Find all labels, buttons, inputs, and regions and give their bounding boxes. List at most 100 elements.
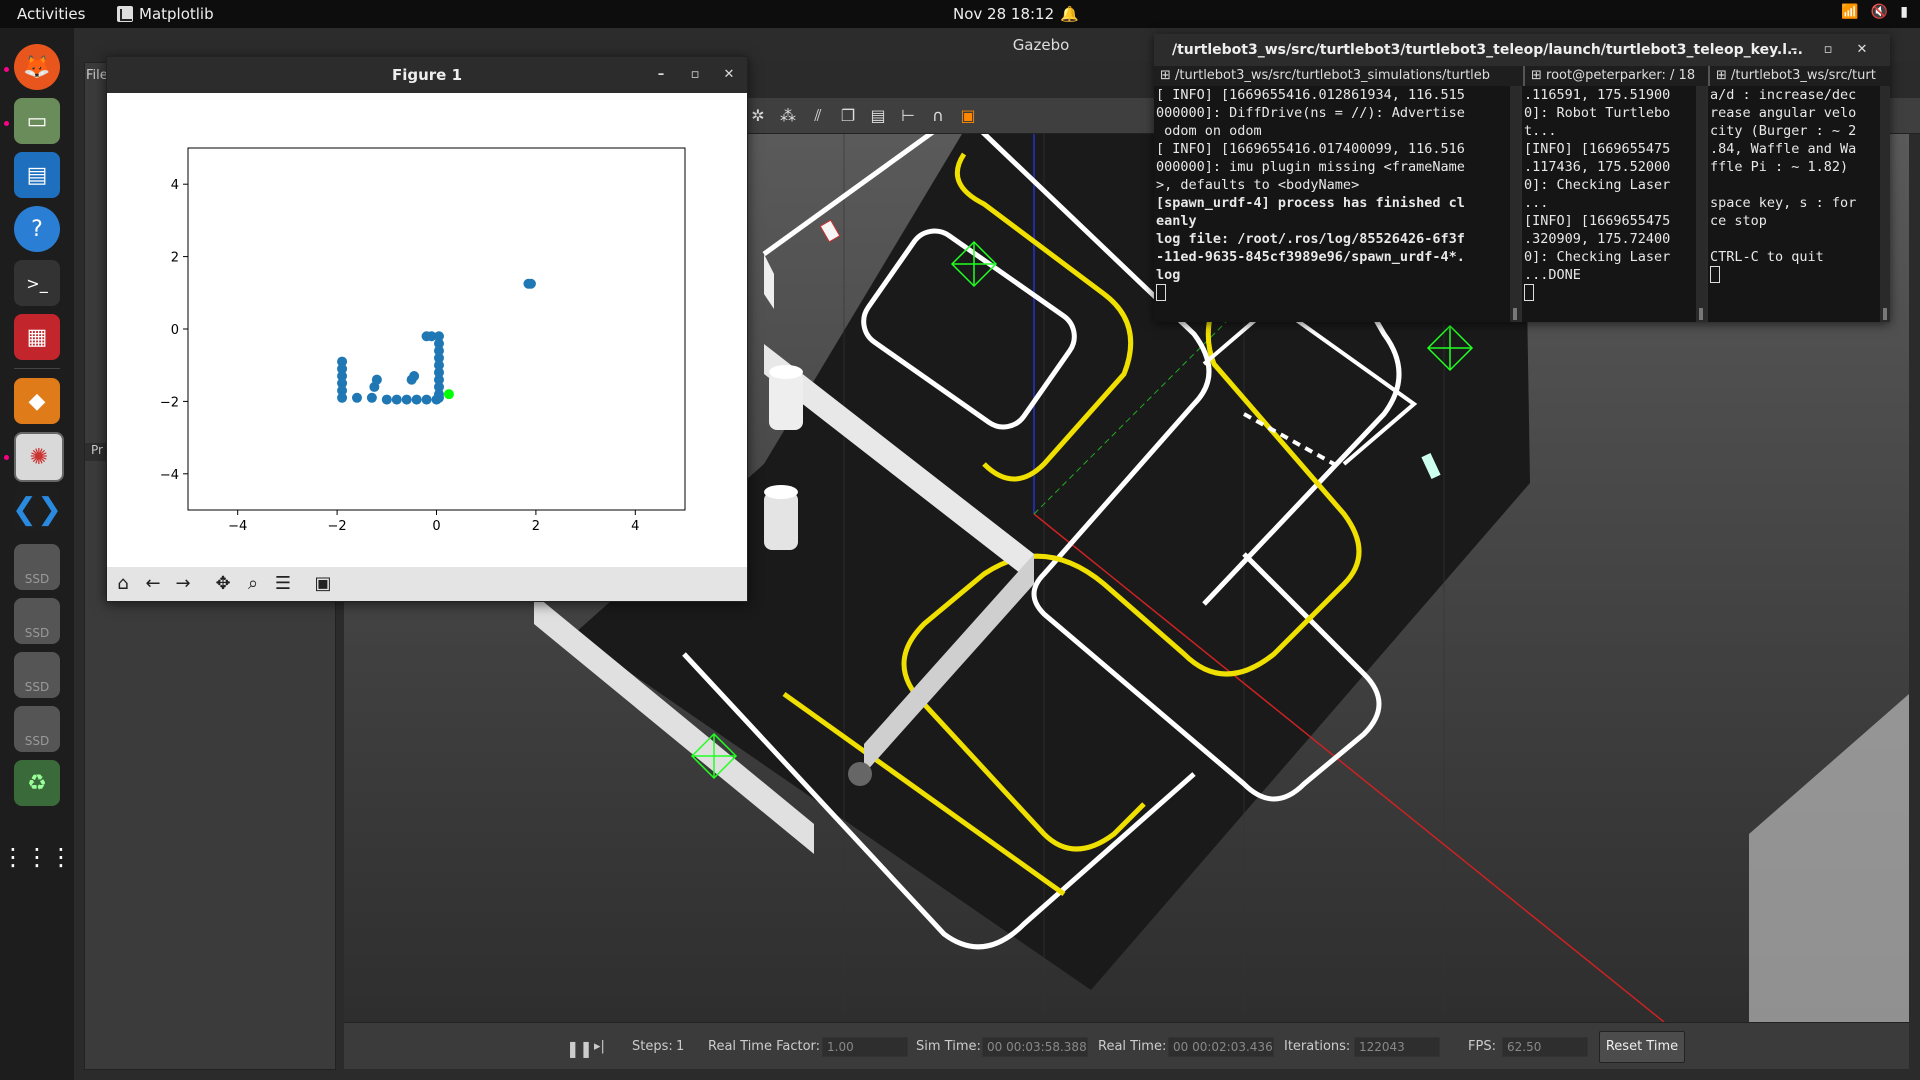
bell-icon: 🔔 [1060,5,1079,23]
writer-icon[interactable]: ▤ [14,152,60,198]
terminal-line: ce stop [1710,213,1767,229]
fps-label: FPS: [1468,1039,1496,1054]
terminal-line: [ INFO] [1669655416.012861934, 116.515 [1156,87,1465,103]
pane-scrollbar[interactable] [1696,86,1706,322]
scan-point [351,392,362,403]
scan-point [411,394,422,405]
back-icon[interactable]: ← [139,571,167,597]
dock: 🦊 ▭ ▤ ? >_ ▦ ◆ ✺ ❮❯ SSD SSD SSD SSD ♻ ⋮⋮… [0,28,74,1080]
sim-time-label: Sim Time: [916,1039,981,1054]
scan-point [433,392,444,403]
real-time-value: 00 00:02:03.436 [1168,1037,1274,1057]
trash-icon[interactable]: ♻ [14,760,60,806]
view-angle-icon[interactable]: ▣ [956,105,980,127]
terminal-line: .84, Waffle and Wa [1710,141,1857,157]
vscode-icon[interactable]: ❮❯ [12,486,62,532]
copy-icon[interactable]: ❐ [836,105,860,127]
tab-simulations[interactable]: ⊞ /turtlebot3_ws/src/turtlebot3_simulati… [1154,66,1525,86]
terminal-line: log [1156,267,1181,283]
figure-titlebar[interactable]: Figure 1 – ▫ ✕ [107,57,747,93]
pause-icon[interactable]: ❚❚ [566,1039,593,1058]
menu-file[interactable]: File [86,68,108,83]
configure-icon[interactable]: ☰ [269,571,297,597]
terminal-line: >, defaults to <bodyName> [1156,177,1360,193]
app-icon[interactable]: ▦ [14,314,60,360]
pan-icon[interactable]: ✥ [209,571,237,597]
ssd-drive-icon[interactable]: SSD [14,598,60,644]
terminal-pane-2[interactable]: .116591, 175.51900 0]: Robot Turtlebo t...… [1522,86,1696,322]
minimize-icon[interactable]: – [1784,40,1804,60]
terminal-titlebar[interactable]: /turtlebot3_ws/src/turtlebot3/turtlebot3… [1154,34,1890,66]
ssd-drive-icon[interactable]: SSD [14,652,60,698]
terminal-line: .320909, 175.72400 [1524,231,1671,247]
firefox-icon[interactable]: 🦊 [14,44,60,90]
align-icon[interactable]: ⊢ [896,105,920,127]
spot-light-icon[interactable]: ⁂ [776,105,800,127]
reset-time-button[interactable]: Reset Time [1599,1031,1685,1063]
forward-icon[interactable]: → [169,571,197,597]
terminal-icon[interactable]: >_ [14,260,60,306]
maximize-icon[interactable]: ▫ [1818,40,1838,60]
help-icon[interactable]: ? [14,206,60,252]
app-name: Matplotlib [139,5,214,23]
tab-root[interactable]: ⊞ root@peterparker: / 18 [1525,66,1710,86]
scatter-plot[interactable]: −4 −2 0 2 4 4 2 0 −2 −4 [107,93,747,533]
battery-icon: ▮ [1900,4,1908,20]
rqt-icon[interactable]: ✺ [14,432,64,482]
terminal-cursor [1524,284,1696,303]
y-tick-label: −4 [160,468,179,483]
terminal-line: .116591, 175.51900 [1524,87,1671,103]
sublime-icon[interactable]: ◆ [14,378,60,424]
minimize-icon[interactable]: – [651,65,671,85]
scan-point [401,394,412,405]
terminal-title: /turtlebot3_ws/src/turtlebot3/turtlebot3… [1172,42,1804,58]
terminal-window: /turtlebot3_ws/src/turtlebot3/turtlebot3… [1154,34,1890,322]
rtf-value: 1.00 [822,1037,908,1057]
ssd-drive-icon[interactable]: SSD [14,706,60,752]
snap-icon[interactable]: ∩ [926,105,950,127]
pane-scrollbar[interactable] [1880,86,1890,322]
system-tray[interactable]: 📶 🔇 ▮ [1841,4,1908,20]
terminal-line: 000000]: imu plugin missing <frameName [1156,159,1465,175]
terminal-pane-3[interactable]: a/d : increase/dec rease angular velo city… [1708,86,1880,322]
terminal-pane-1[interactable]: [ INFO] [1669655416.012861934, 116.515 00… [1154,86,1510,322]
terminal-line: [spawn_urdf-4] process has finished cl [1156,195,1465,211]
pane-scrollbar[interactable] [1510,86,1520,322]
running-indicator [4,121,9,126]
steps-spinbox[interactable]: 1 [676,1039,684,1054]
save-icon[interactable]: ▣ [309,571,337,597]
terminal-line: log file: /root/.ros/log/85526426-6f3f [1156,231,1465,247]
step-icon[interactable]: ▸| [594,1039,605,1054]
activities-button[interactable]: Activities [17,5,85,23]
y-tick-label: 0 [171,323,179,338]
x-tick-label: 4 [631,519,639,533]
zoom-icon[interactable]: ⌕ [239,571,267,597]
terminal-cursor [1710,266,1880,285]
close-icon[interactable]: ✕ [719,65,739,85]
terminal-line: rease angular velo [1710,105,1857,121]
home-icon[interactable]: ⌂ [109,571,137,597]
terminal-line: [INFO] [1669655475 [1524,141,1671,157]
files-icon[interactable]: ▭ [14,98,60,144]
terminal-line: -11ed-9635-845cf3989e96/spawn_urdf-4*. [1156,249,1465,265]
axes-frame [187,147,686,511]
tab-teleop[interactable]: ⊞ /turtlebot3_ws/src/turt [1710,66,1890,86]
clock[interactable]: Nov 28 18:12 🔔 [953,5,1079,23]
point-light-icon[interactable]: ✲ [746,105,770,127]
running-indicator [4,67,9,72]
rtf-label: Real Time Factor: [708,1039,821,1054]
terminal-line: 0]: Checking Laser [1524,177,1671,193]
paste-icon[interactable]: ▤ [866,105,890,127]
show-apps-icon[interactable]: ⋮⋮⋮ [1,834,73,880]
ssd-drive-icon[interactable]: SSD [14,544,60,590]
directional-light-icon[interactable]: ⫽ [806,105,830,127]
figure-title: Figure 1 [391,66,463,84]
close-icon[interactable]: ✕ [1852,40,1872,60]
app-menu[interactable]: Matplotlib [117,5,214,23]
maximize-icon[interactable]: ▫ [685,65,705,85]
wifi-icon: 📶 [1841,4,1859,20]
volume-icon: 🔇 [1870,4,1889,20]
iterations-label: Iterations: [1284,1039,1351,1054]
terminal-cursor [1156,284,1510,303]
